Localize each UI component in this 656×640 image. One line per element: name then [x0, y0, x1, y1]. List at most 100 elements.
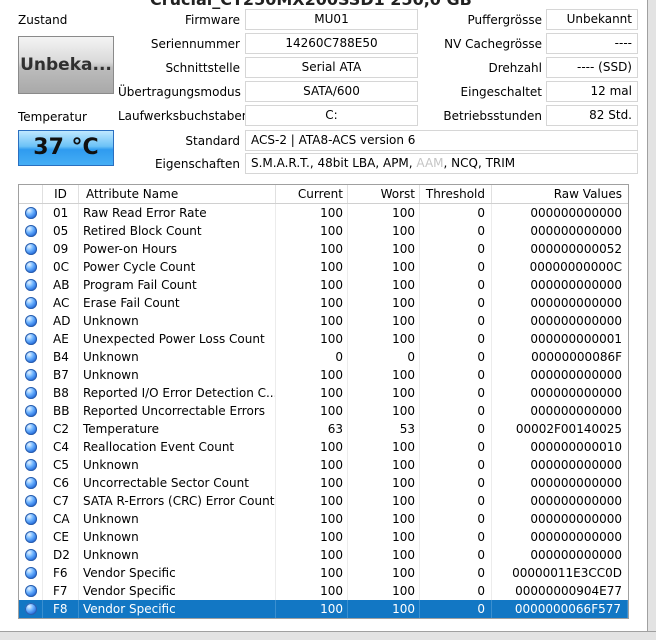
worst-value: 0	[348, 348, 420, 366]
table-row[interactable]: C5 Unknown 100 100 0 000000000000	[19, 456, 628, 474]
current-value: 100	[276, 312, 348, 330]
header-id[interactable]: ID	[43, 185, 79, 203]
table-row[interactable]: F7 Vendor Specific 100 100 0 00000000904E77	[19, 582, 628, 600]
table-row[interactable]: B7 Unknown 100 100 0 000000000000	[19, 366, 628, 384]
current-value: 100	[276, 384, 348, 402]
status-cell	[19, 564, 43, 582]
table-header: ID Attribute Name Current Worst Threshol…	[19, 185, 628, 204]
status-cell	[19, 402, 43, 420]
worst-value: 53	[348, 420, 420, 438]
status-cell	[19, 366, 43, 384]
header-current[interactable]: Current	[276, 185, 348, 203]
threshold-value: 0	[420, 438, 492, 456]
current-value: 100	[276, 366, 348, 384]
attribute-id: CE	[43, 528, 79, 546]
table-row[interactable]: B8 Reported I/O Error Detection C... 100 10…	[19, 384, 628, 402]
attribute-id: AE	[43, 330, 79, 348]
threshold-value: 0	[420, 330, 492, 348]
worst-value: 100	[348, 402, 420, 420]
attribute-name: SATA R-Errors (CRC) Error Count	[79, 492, 276, 510]
status-dot-icon	[25, 549, 37, 561]
power-on-hours-field: 82 Std.	[546, 105, 638, 126]
serial-field: 14260C788E50	[245, 33, 418, 54]
status-cell	[19, 492, 43, 510]
features-label: Eigenschaften	[154, 157, 240, 171]
status-dot-icon	[25, 333, 37, 345]
table-row[interactable]: 09 Power-on Hours 100 100 0 000000000052	[19, 240, 628, 258]
firmware-field: MU01	[245, 9, 418, 30]
health-status-button[interactable]: Unbeka...	[18, 36, 114, 94]
status-label: Zustand	[18, 13, 68, 27]
table-row[interactable]: C2 Temperature 63 53 0 00002F00140025	[19, 420, 628, 438]
header-raw-values[interactable]: Raw Values	[492, 185, 628, 203]
table-row[interactable]: 05 Retired Block Count 100 100 0 000000000000	[19, 222, 628, 240]
status-dot-icon	[25, 477, 37, 489]
attribute-id: C2	[43, 420, 79, 438]
status-dot-icon	[25, 279, 37, 291]
header-attribute-name[interactable]: Attribute Name	[79, 185, 276, 203]
threshold-value: 0	[420, 222, 492, 240]
standard-label: Standard	[185, 134, 240, 148]
table-row[interactable]: 0C Power Cycle Count 100 100 0 00000000000C	[19, 258, 628, 276]
threshold-value: 0	[420, 312, 492, 330]
raw-value: 000000000000	[530, 314, 622, 328]
rpm-label: Drehzahl	[488, 61, 543, 75]
table-row[interactable]: CA Unknown 100 100 0 000000000000	[19, 510, 628, 528]
raw-value: 000000000000	[530, 476, 622, 490]
attribute-name: Unknown	[79, 546, 276, 564]
worst-value: 100	[348, 600, 420, 618]
table-row[interactable]: F8 Vendor Specific 100 100 0 0000000066F577	[19, 600, 628, 618]
transfer-mode-label: Übertragungsmodus	[118, 85, 241, 99]
threshold-value: 0	[420, 546, 492, 564]
worst-value: 100	[348, 204, 420, 222]
table-row[interactable]: C6 Uncorrectable Sector Count 100 100 0 00000…	[19, 474, 628, 492]
header-threshold[interactable]: Threshold	[420, 185, 492, 203]
nv-cache-field: ----	[546, 33, 638, 54]
table-row[interactable]: D2 Unknown 100 100 0 000000000000	[19, 546, 628, 564]
status-cell	[19, 420, 43, 438]
attribute-name: Unknown	[79, 456, 276, 474]
status-dot-icon	[25, 531, 37, 543]
threshold-value: 0	[420, 258, 492, 276]
temperature-badge[interactable]: 37 °C	[18, 130, 114, 166]
table-row[interactable]: B4 Unknown 0 0 0 00000000086F	[19, 348, 628, 366]
header-icon-column[interactable]	[19, 185, 43, 203]
power-on-hours-label: Betriebsstunden	[443, 109, 542, 123]
status-cell	[19, 438, 43, 456]
temperature-label: Temperatur	[18, 110, 87, 124]
raw-value: 000000000000	[530, 368, 622, 382]
raw-value: 000000000000	[530, 224, 622, 238]
table-row[interactable]: AC Erase Fail Count 100 100 0 000000000000	[19, 294, 628, 312]
table-row[interactable]: C7 SATA R-Errors (CRC) Error Count 100 100 0…	[19, 492, 628, 510]
table-row[interactable]: AD Unknown 100 100 0 000000000000	[19, 312, 628, 330]
worst-value: 100	[348, 312, 420, 330]
status-dot-icon	[25, 513, 37, 525]
header-worst[interactable]: Worst	[348, 185, 420, 203]
threshold-value: 0	[420, 420, 492, 438]
worst-value: 100	[348, 582, 420, 600]
table-row[interactable]: AB Program Fail Count 100 100 0 000000000000	[19, 276, 628, 294]
threshold-value: 0	[420, 600, 492, 618]
drive-letter-label: Laufwerksbuchstaben	[118, 109, 250, 123]
attribute-id: F6	[43, 564, 79, 582]
attribute-id: 0C	[43, 258, 79, 276]
drive-letter-field: C:	[245, 105, 418, 126]
table-row[interactable]: AE Unexpected Power Loss Count 100 100 0 0000…	[19, 330, 628, 348]
smart-attributes-table[interactable]: ID Attribute Name Current Worst Threshol…	[18, 184, 629, 619]
threshold-value: 0	[420, 456, 492, 474]
raw-value: 000000000000	[530, 512, 622, 526]
attribute-id: AC	[43, 294, 79, 312]
status-cell	[19, 240, 43, 258]
status-dot-icon	[25, 315, 37, 327]
status-cell	[19, 276, 43, 294]
threshold-value: 0	[420, 402, 492, 420]
attribute-name: Vendor Specific	[79, 600, 276, 618]
attribute-id: F8	[43, 600, 79, 618]
current-value: 100	[276, 402, 348, 420]
table-row[interactable]: F6 Vendor Specific 100 100 0 00000011E3CC0D	[19, 564, 628, 582]
table-row[interactable]: 01 Raw Read Error Rate 100 100 0 000000000000	[19, 204, 628, 222]
status-cell	[19, 474, 43, 492]
table-row[interactable]: BB Reported Uncorrectable Errors 100 100 0 00…	[19, 402, 628, 420]
table-row[interactable]: C4 Reallocation Event Count 100 100 0 0000000…	[19, 438, 628, 456]
table-row[interactable]: CE Unknown 100 100 0 000000000000	[19, 528, 628, 546]
